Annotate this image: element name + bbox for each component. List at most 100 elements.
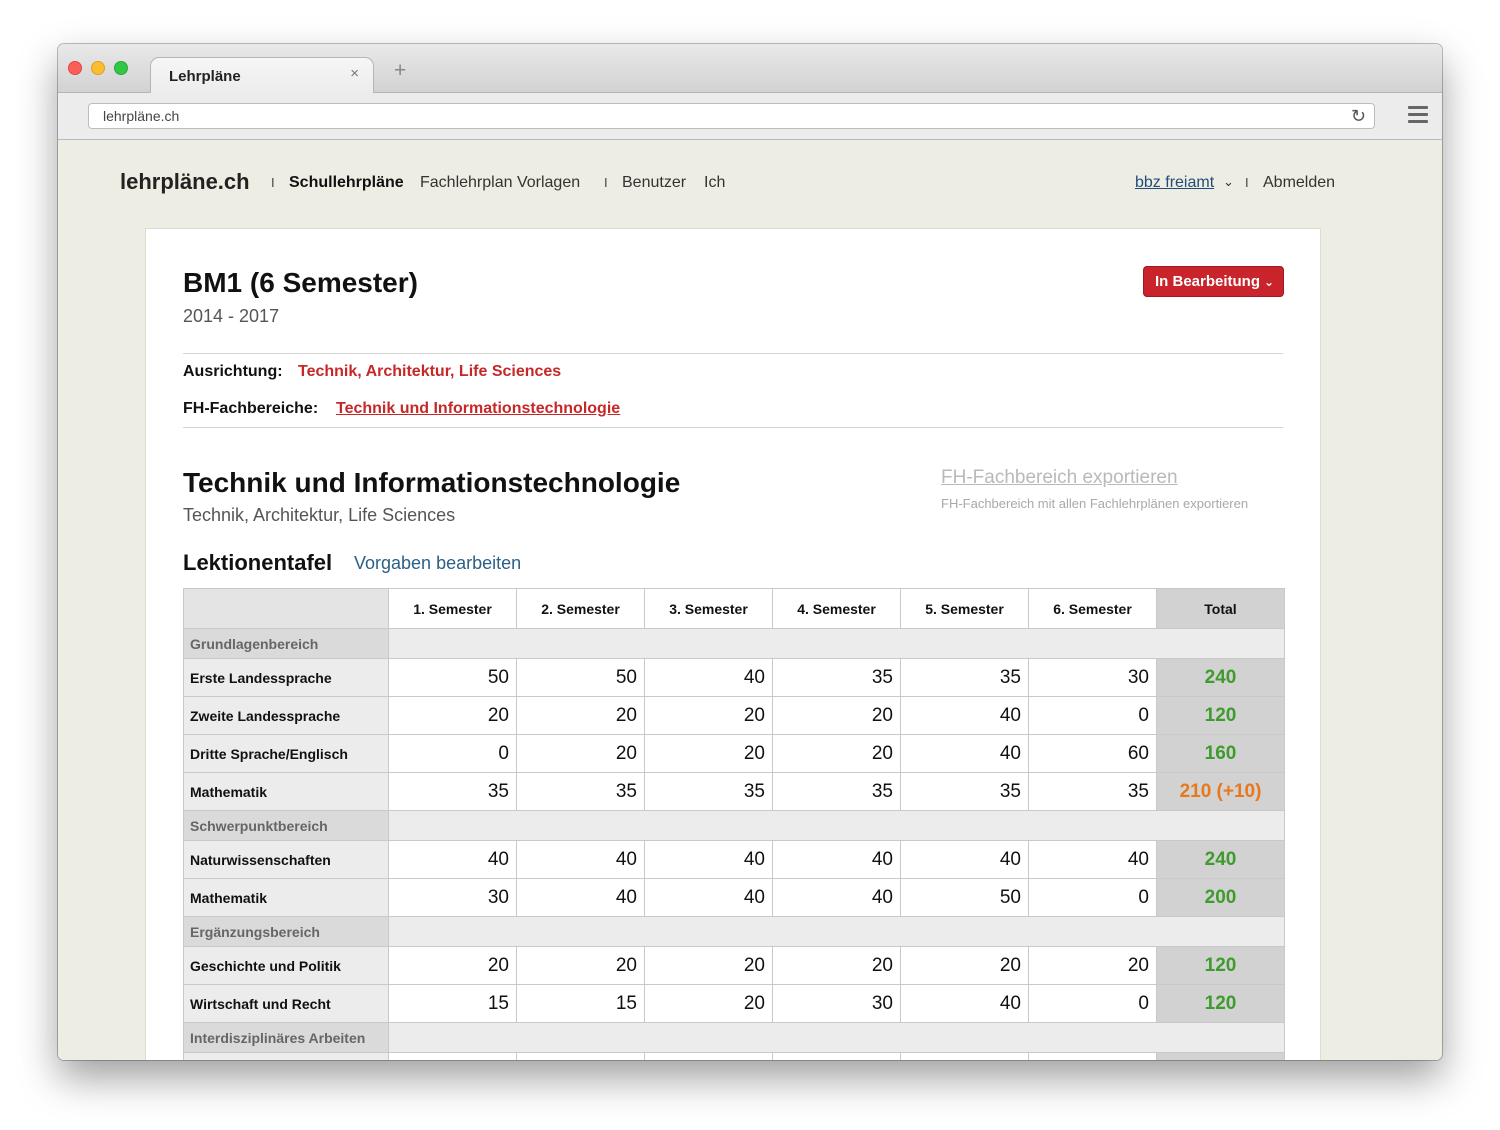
- semester-lessons-cell[interactable]: 20: [644, 734, 773, 773]
- semester-lessons-cell[interactable]: 20: [772, 734, 901, 773]
- status-dropdown-button[interactable]: In Bearbeitung ⌄: [1143, 266, 1284, 297]
- semester-lessons-cell[interactable]: 20: [516, 946, 645, 985]
- semester-lessons-cell[interactable]: 20: [516, 734, 645, 773]
- semester-lessons-cell[interactable]: 0: [1028, 696, 1157, 735]
- semester-lessons-cell[interactable]: 30: [772, 984, 901, 1023]
- vorgaben-bearbeiten-link[interactable]: Vorgaben bearbeiten: [354, 553, 521, 574]
- table-row[interactable]: Zweite Landessprache 20 20 20 20 40 0 120: [183, 696, 1285, 735]
- semester-lessons-cell[interactable]: 20: [388, 696, 517, 735]
- semester-lessons-cell[interactable]: [644, 1052, 773, 1060]
- semester-lessons-cell[interactable]: 20: [516, 696, 645, 735]
- total-cell: [1156, 1052, 1285, 1060]
- table-row[interactable]: Dritte Sprache/Englisch 0 20 20 20 40 60 160: [183, 734, 1285, 773]
- close-tab-icon[interactable]: ×: [350, 65, 359, 82]
- semester-lessons-cell[interactable]: 40: [388, 840, 517, 879]
- chevron-down-icon[interactable]: ⌄: [1223, 174, 1234, 190]
- semester-lessons-cell[interactable]: [516, 1052, 645, 1060]
- semester-lessons-cell[interactable]: 30: [1028, 658, 1157, 697]
- semester-lessons-cell[interactable]: [772, 1052, 901, 1060]
- semester-lessons-cell[interactable]: 40: [644, 878, 773, 917]
- fachbereiche-link[interactable]: Technik und Informationstechnologie: [336, 400, 620, 418]
- table-row[interactable]: Naturwissenschaften 40 40 40 40 40 40 240: [183, 840, 1285, 879]
- table-row[interactable]: Erste Landessprache 50 50 40 35 35 30 240: [183, 658, 1285, 697]
- nav-item-benutzer[interactable]: Benutzer: [622, 174, 686, 192]
- semester-lessons-cell[interactable]: 15: [516, 984, 645, 1023]
- hamburger-menu-icon[interactable]: [1408, 106, 1428, 124]
- column-header: 2. Semester: [516, 588, 645, 629]
- semester-lessons-cell[interactable]: 50: [388, 658, 517, 697]
- semester-lessons-cell[interactable]: 0: [388, 734, 517, 773]
- total-cell: 210 (+10): [1156, 772, 1285, 811]
- semester-lessons-cell[interactable]: 40: [516, 840, 645, 879]
- semester-lessons-cell[interactable]: 35: [388, 772, 517, 811]
- group-name: Grundlagenbereich: [183, 628, 389, 659]
- semester-lessons-cell[interactable]: 30: [388, 878, 517, 917]
- curriculum-card: BM1 (6 Semester) 2014 - 2017 In Bearbeit…: [145, 228, 1321, 1060]
- semester-lessons-cell[interactable]: 20: [772, 696, 901, 735]
- close-window-button[interactable]: [68, 61, 82, 75]
- address-bar[interactable]: lehrpläne.ch ↻: [88, 103, 1375, 129]
- semester-lessons-cell[interactable]: 20: [644, 946, 773, 985]
- column-header: 1. Semester: [388, 588, 517, 629]
- semester-lessons-cell[interactable]: 40: [772, 878, 901, 917]
- nav-item-schullehrplaene[interactable]: Schullehrpläne: [289, 174, 404, 192]
- semester-lessons-cell[interactable]: 20: [644, 696, 773, 735]
- new-tab-icon[interactable]: +: [394, 59, 406, 83]
- semester-lessons-cell[interactable]: 20: [388, 946, 517, 985]
- semester-lessons-cell[interactable]: 15: [388, 984, 517, 1023]
- reload-icon[interactable]: ↻: [1351, 106, 1366, 127]
- table-row[interactable]: Wirtschaft und Recht 15 15 20 30 40 0 120: [183, 984, 1285, 1023]
- divider: [183, 427, 1283, 428]
- semester-lessons-cell[interactable]: 35: [900, 772, 1029, 811]
- logout-link[interactable]: Abmelden: [1263, 174, 1335, 192]
- table-header-row: 1. Semester 2. Semester 3. Semester 4. S…: [183, 588, 1285, 629]
- url-text[interactable]: lehrpläne.ch: [103, 108, 179, 124]
- semester-lessons-cell[interactable]: 40: [772, 840, 901, 879]
- semester-lessons-cell[interactable]: 40: [900, 734, 1029, 773]
- semester-lessons-cell[interactable]: 0: [1028, 878, 1157, 917]
- semester-lessons-cell[interactable]: 50: [900, 878, 1029, 917]
- semester-lessons-cell[interactable]: 40: [644, 658, 773, 697]
- semester-lessons-cell[interactable]: [900, 1052, 1029, 1060]
- browser-tab[interactable]: Lehrpläne ×: [150, 57, 374, 94]
- semester-lessons-cell[interactable]: 50: [516, 658, 645, 697]
- semester-lessons-cell[interactable]: 20: [772, 946, 901, 985]
- nav-item-fachlehrplan-vorlagen[interactable]: Fachlehrplan Vorlagen: [420, 174, 580, 192]
- fachbereiche-label: FH-Fachbereiche:: [183, 400, 319, 417]
- semester-lessons-cell[interactable]: 35: [516, 772, 645, 811]
- semester-lessons-cell[interactable]: 40: [1028, 840, 1157, 879]
- semester-lessons-cell[interactable]: [1028, 1052, 1157, 1060]
- semester-lessons-cell[interactable]: 20: [644, 984, 773, 1023]
- semester-lessons-cell[interactable]: 20: [1028, 946, 1157, 985]
- semester-lessons-cell[interactable]: 20: [900, 946, 1029, 985]
- semester-lessons-cell[interactable]: 40: [516, 878, 645, 917]
- table-row[interactable]: Mathematik 35 35 35 35 35 35 210 (+10): [183, 772, 1285, 811]
- semester-lessons-cell[interactable]: 40: [644, 840, 773, 879]
- nav-item-ich[interactable]: Ich: [704, 174, 725, 192]
- semester-lessons-cell[interactable]: 35: [772, 772, 901, 811]
- zoom-window-button[interactable]: [114, 61, 128, 75]
- site-logo[interactable]: lehrpläne.ch: [120, 169, 250, 195]
- semester-lessons-cell[interactable]: 35: [644, 772, 773, 811]
- browser-toolbar: lehrpläne.ch ↻: [58, 93, 1442, 140]
- semester-lessons-cell[interactable]: 35: [772, 658, 901, 697]
- semester-lessons-cell[interactable]: [388, 1052, 517, 1060]
- org-switcher[interactable]: bbz freiamt: [1135, 174, 1214, 192]
- table-row[interactable]: Geschichte und Politik 20 20 20 20 20 20 120: [183, 946, 1285, 985]
- semester-lessons-cell[interactable]: 35: [1028, 772, 1157, 811]
- subject-cell: Zweite Landessprache: [183, 696, 389, 735]
- minimize-window-button[interactable]: [91, 61, 105, 75]
- semester-lessons-cell[interactable]: 60: [1028, 734, 1157, 773]
- semester-lessons-cell[interactable]: 35: [900, 658, 1029, 697]
- semester-lessons-cell[interactable]: 40: [900, 696, 1029, 735]
- column-header: 5. Semester: [900, 588, 1029, 629]
- semester-lessons-cell[interactable]: 40: [900, 984, 1029, 1023]
- export-fachbereich-link[interactable]: FH-Fachbereich exportieren: [941, 467, 1178, 489]
- table-row[interactable]: [183, 1052, 1285, 1060]
- semester-lessons-cell[interactable]: 0: [1028, 984, 1157, 1023]
- group-name: Schwerpunktbereich: [183, 810, 389, 841]
- table-row[interactable]: Mathematik 30 40 40 40 50 0 200: [183, 878, 1285, 917]
- ausrichtung-label: Ausrichtung:: [183, 363, 283, 380]
- nav-separator: I: [1245, 175, 1249, 190]
- semester-lessons-cell[interactable]: 40: [900, 840, 1029, 879]
